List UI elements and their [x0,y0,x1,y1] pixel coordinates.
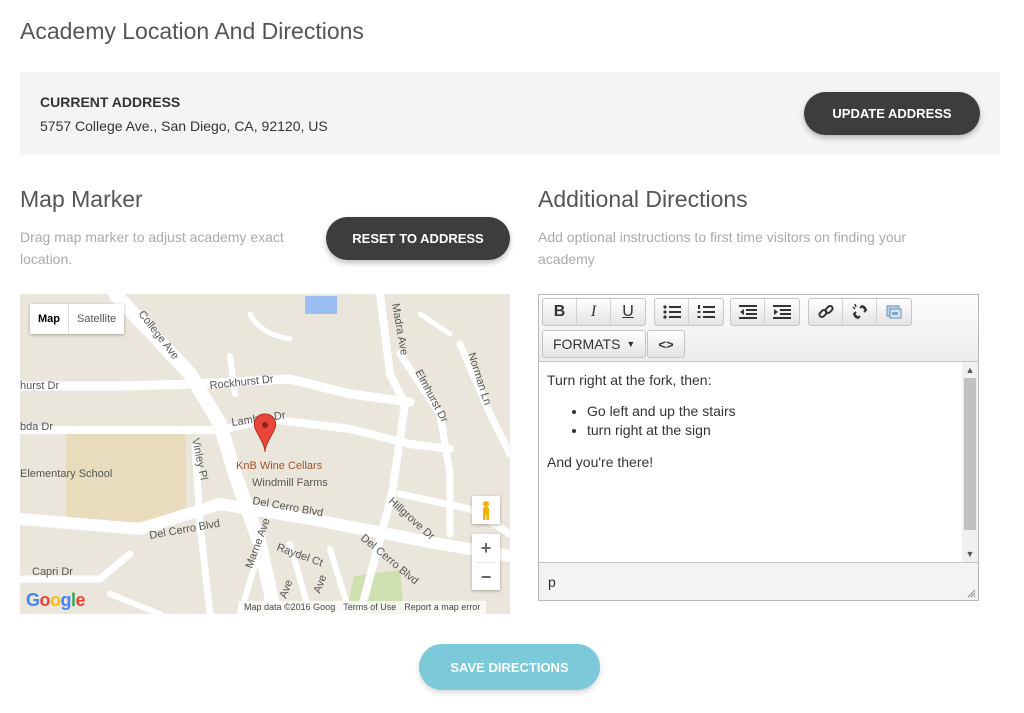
source-code-button[interactable]: <> [647,330,685,358]
update-address-button[interactable]: UPDATE ADDRESS [804,92,980,135]
editor-statusbar: p [539,562,978,600]
current-address-heading: CURRENT ADDRESS [40,94,181,110]
scroll-thumb[interactable] [964,378,976,530]
street-view-pegman-icon[interactable] [472,496,500,524]
unlink-icon[interactable] [843,299,877,325]
link-group [808,298,912,326]
save-directions-button[interactable]: SAVE DIRECTIONS [419,644,600,690]
map-street-label: Capri Dr [32,566,73,578]
formats-label: FORMATS [553,336,621,352]
list-item: Go left and up the stairs [587,402,954,421]
image-icon[interactable] [877,299,911,325]
additional-directions-description: Add optional instructions to first time … [538,229,907,267]
page-title: Academy Location And Directions [20,18,364,44]
editor-content[interactable]: Turn right at the fork, then: Go left an… [539,362,962,562]
reset-to-address-button[interactable]: RESET TO ADDRESS [326,217,510,260]
map-terms-link[interactable]: Terms of Use [343,601,396,614]
underline-button[interactable]: U [611,299,645,325]
map-marker-title: Map Marker [20,186,143,212]
map-type-control: Map Satellite [30,304,125,334]
scroll-down-arrow-icon[interactable]: ▼ [962,546,978,562]
directions-intro: Turn right at the fork, then: [547,372,712,388]
list-group [654,298,724,326]
formats-dropdown[interactable]: FORMATS ▼ [542,330,647,358]
map-type-satellite-button[interactable]: Satellite [69,304,124,334]
list-item: turn right at the sign [587,421,954,440]
text-style-group: B I U [542,298,646,326]
map-street-label: bda Dr [20,421,53,433]
indent-group [730,298,800,326]
element-path[interactable]: p [548,574,556,590]
map-footer: Map data ©2016 Goog Terms of Use Report … [238,601,487,614]
map-place-label: Windmill Farms [252,477,328,489]
current-address-value: 5757 College Ave., San Diego, CA, 92120,… [40,118,328,134]
additional-directions-title: Additional Directions [538,186,748,212]
map-canvas[interactable]: College Ave Rockhurst Dr Lambda Dr Vinle… [20,294,510,614]
directions-outro: And you're there! [547,454,654,470]
directions-list: Go left and up the stairs turn right at … [587,402,954,440]
bullet-list-icon[interactable] [655,299,689,325]
indent-icon[interactable] [765,299,799,325]
map-place-label: Elementary School [20,468,112,480]
current-address-panel: CURRENT ADDRESS 5757 College Ave., San D… [20,72,1000,155]
italic-button[interactable]: I [577,299,611,325]
rich-text-editor: B I U FORMATS ▼ <> Turn right at the for… [538,294,979,601]
map[interactable]: College Ave Rockhurst Dr Lambda Dr Vinle… [20,294,510,614]
editor-toolbar: B I U FORMATS ▼ <> [539,295,978,362]
scroll-up-arrow-icon[interactable]: ▲ [962,362,978,378]
editor-scrollbar[interactable]: ▲ ▼ [962,362,978,562]
zoom-out-button[interactable]: − [472,563,500,591]
google-logo: Google [26,590,86,610]
map-street-label: hurst Dr [20,380,59,392]
chevron-down-icon: ▼ [626,339,636,349]
zoom-control: + − [472,534,500,590]
map-report-error-link[interactable]: Report a map error [404,601,480,614]
map-marker-description: Drag map marker to adjust academy exact … [20,229,284,267]
map-data-attribution: Map data ©2016 Goog [244,602,336,612]
map-type-map-button[interactable]: Map [30,304,69,334]
map-place-label: KnB Wine Cellars [236,460,323,472]
resize-handle-icon[interactable] [966,588,976,598]
zoom-in-button[interactable]: + [472,534,500,562]
numbered-list-icon[interactable] [689,299,723,325]
link-icon[interactable] [809,299,843,325]
bold-button[interactable]: B [543,299,577,325]
outdent-icon[interactable] [731,299,765,325]
